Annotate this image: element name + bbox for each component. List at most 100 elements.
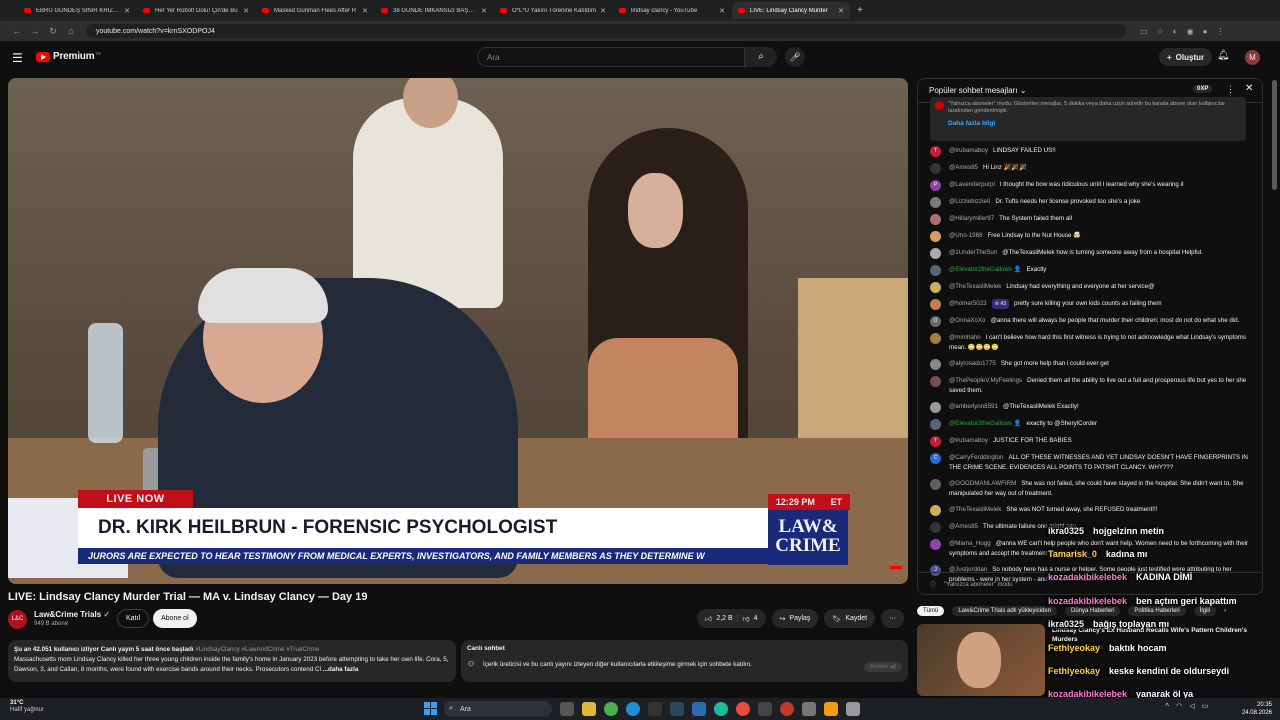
- chat-message[interactable]: @TheTexasliMelek Lindsay had everything a…: [930, 282, 1250, 293]
- hashtags[interactable]: #LindsayClancy #LawAndCrime #TrueCrime: [195, 646, 319, 653]
- extension-icon[interactable]: ◉: [1187, 27, 1194, 36]
- chat-author-avatar[interactable]: C: [930, 453, 941, 464]
- like-button[interactable]: 👍︎ 2,2 B | 👎︎ 4: [697, 609, 766, 628]
- chat-author-avatar[interactable]: [930, 282, 941, 293]
- home-icon[interactable]: ⌂: [62, 26, 80, 36]
- chat-author-name[interactable]: @amberlynn8591: [949, 403, 998, 410]
- chat-message[interactable]: @alyrosado1775 She got more help than i c…: [930, 359, 1250, 370]
- chat-author-avatar[interactable]: [930, 522, 941, 533]
- create-button[interactable]: + Oluştur: [1159, 48, 1213, 66]
- app-icon[interactable]: [758, 702, 772, 716]
- chat-author-name[interactable]: @ThePeopleV.MyFeelings: [949, 377, 1022, 384]
- chat-message[interactable]: @amberlynn8591 @TheTexasliMelek Exactly!: [930, 402, 1250, 413]
- chat-author-avatar[interactable]: T: [930, 436, 941, 447]
- save-button[interactable]: 🔖︎ Kaydet: [824, 609, 876, 628]
- reload-icon[interactable]: ↻: [44, 26, 62, 37]
- chat-author-name[interactable]: @homer5023: [949, 300, 987, 307]
- chat-message[interactable]: P @Lavenderpurpl I thought the bow was rid…: [930, 180, 1250, 191]
- recommendation-thumbnail[interactable]: [917, 624, 1045, 696]
- chat-author-name[interactable]: @Hillarymiller97: [949, 215, 994, 222]
- extension-icon[interactable]: ◐: [1173, 27, 1178, 36]
- volume-icon[interactable]: ◁: [1189, 702, 1194, 710]
- chat-author-avatar[interactable]: [930, 214, 941, 225]
- vlc-icon[interactable]: [824, 702, 838, 716]
- more-actions-button[interactable]: ···: [881, 609, 905, 628]
- terminal-icon[interactable]: [648, 702, 662, 716]
- cast-icon[interactable]: ▭: [1140, 27, 1148, 36]
- wifi-icon[interactable]: ◠: [1176, 702, 1182, 710]
- chat-author-name[interactable]: @GOODMANLAWFIRM: [949, 480, 1016, 487]
- chat-author-name[interactable]: @trubamaboy: [949, 147, 988, 154]
- chat-message[interactable]: @Elevator2theGallows 👤 exactly to @Sheryl…: [930, 419, 1250, 430]
- chat-message[interactable]: T @trubamaboy JUSTICE FOR THE BABIES: [930, 436, 1250, 447]
- forward-icon[interactable]: →: [26, 26, 44, 36]
- chat-author-avatar[interactable]: [930, 376, 941, 387]
- chat-author-name[interactable]: @TheTexasliMelek: [949, 506, 1001, 513]
- close-chat-icon[interactable]: ✕: [1245, 83, 1253, 94]
- tab-close-icon[interactable]: ✕: [481, 7, 487, 15]
- taskbar-search[interactable]: ⌕ Ara: [444, 701, 552, 717]
- browser-menu-icon[interactable]: ⋮: [1216, 27, 1224, 36]
- filter-chip[interactable]: Tümü: [917, 606, 945, 616]
- chat-author-name[interactable]: @CarryFerddington: [949, 454, 1003, 461]
- mail-icon[interactable]: [692, 702, 706, 716]
- chat-author-avatar[interactable]: [930, 505, 941, 516]
- chat-author-name[interactable]: @Uno-1968: [949, 232, 982, 239]
- xp-badge[interactable]: 0XP: [1193, 85, 1213, 93]
- tab-close-icon[interactable]: ✕: [719, 7, 725, 15]
- chat-author-avatar[interactable]: T: [930, 146, 941, 157]
- chat-message[interactable]: O @OnnaXoXo @anna there will always be peo…: [930, 316, 1250, 327]
- chat-author-avatar[interactable]: [930, 231, 941, 242]
- steam-icon[interactable]: [670, 702, 684, 716]
- chat-author-avatar[interactable]: [930, 539, 941, 550]
- browser-tab[interactable]: lindsay clancy - YouTube ✕: [613, 2, 731, 19]
- chat-author-avatar[interactable]: [930, 402, 941, 413]
- live-progress-indicator[interactable]: [890, 566, 902, 569]
- chat-author-name[interactable]: @Elevator2theGallows 👤: [949, 420, 1021, 427]
- address-bar[interactable]: youtube.com/watch?v=krnSXODPOJ4: [86, 24, 1126, 38]
- browser-tab[interactable]: Masked Gunman Flees After R ✕: [256, 2, 374, 19]
- app-icon[interactable]: [846, 702, 860, 716]
- tab-close-icon[interactable]: ✕: [838, 7, 844, 15]
- share-button[interactable]: ↪ Paylaş: [771, 609, 819, 628]
- task-view-icon[interactable]: [560, 702, 574, 716]
- chat-author-name[interactable]: @trubamaboy: [949, 437, 988, 444]
- subscribe-button[interactable]: Abone ol: [153, 609, 197, 628]
- weather-widget[interactable]: 31°C Hafif yağmur: [10, 700, 44, 714]
- channel-avatar[interactable]: L&C: [8, 610, 27, 629]
- chat-author-name[interactable]: @Ames85: [949, 523, 978, 530]
- chat-message[interactable]: @Uno-1968 Free Lindsay to the Nut House 🤯: [930, 231, 1250, 242]
- video-description[interactable]: Şu an 42.051 kullanıcı izliyor Canlı yay…: [8, 640, 456, 682]
- channel-name[interactable]: Law&Crime Trials ✓: [34, 610, 110, 619]
- chat-author-name[interactable]: @Lizziebizzie0: [949, 198, 990, 205]
- chat-message[interactable]: @mimhahn I can't believe how hard this fi…: [930, 333, 1250, 353]
- notifications-bell-icon[interactable]: 🔔︎: [1217, 50, 1230, 61]
- tab-close-icon[interactable]: ✕: [600, 7, 606, 15]
- tray-chevron-icon[interactable]: ˄: [1165, 702, 1169, 710]
- youtube-logo[interactable]: Premium TR: [36, 51, 101, 62]
- browser-tab[interactable]: 38 GÜNDE İMKANSIZI BAŞARA ✕: [375, 2, 493, 19]
- app-icon[interactable]: [714, 702, 728, 716]
- chat-message[interactable]: @Elevator2theGallows 👤 Exactly: [930, 265, 1250, 276]
- app-icon[interactable]: [780, 702, 794, 716]
- chat-message[interactable]: @TheTexasliMelek She was NOT turned away,…: [930, 505, 1250, 516]
- browser-tab[interactable]: EBRU GÜNDEŞ SİNİR KRİZİ GEÇ ✕: [18, 2, 136, 19]
- browser-tab[interactable]: Ö*L*Ü Yakını Törenine Katıldım ✕: [494, 2, 612, 19]
- browser-tab[interactable]: LIVE: Lindsay Clancy Murder ✕: [732, 2, 850, 19]
- tab-close-icon[interactable]: ✕: [124, 7, 130, 15]
- chat-message[interactable]: @1UnderTheSun @TheTexasliMelek how is tur…: [930, 248, 1250, 259]
- chat-message[interactable]: @Ames85 Hi Linz 🎉🎉🎉: [930, 163, 1250, 174]
- chat-author-avatar[interactable]: [930, 479, 941, 490]
- chat-author-avatar[interactable]: [930, 333, 941, 344]
- chat-author-avatar[interactable]: [930, 248, 941, 259]
- chat-message[interactable]: C @CarryFerddington ALL OF THESE WITNESSES…: [930, 453, 1250, 473]
- chat-author-name[interactable]: @TheTexasliMelek: [949, 283, 1001, 290]
- chat-message[interactable]: @Hillarymiller97 The System failed them a…: [930, 214, 1250, 225]
- profile-icon[interactable]: ●: [1203, 27, 1208, 36]
- windows-start-icon[interactable]: [424, 702, 437, 715]
- filter-chip[interactable]: Law&Crime Trials adlı yükleyiciden: [952, 606, 1058, 616]
- file-explorer-icon[interactable]: [582, 702, 596, 716]
- chat-author-avatar[interactable]: [930, 163, 941, 174]
- chat-mode-selector[interactable]: Popüler sohbet mesajları ⌄: [929, 86, 1026, 95]
- learn-more-link[interactable]: Daha fazla bilgi: [948, 120, 1238, 127]
